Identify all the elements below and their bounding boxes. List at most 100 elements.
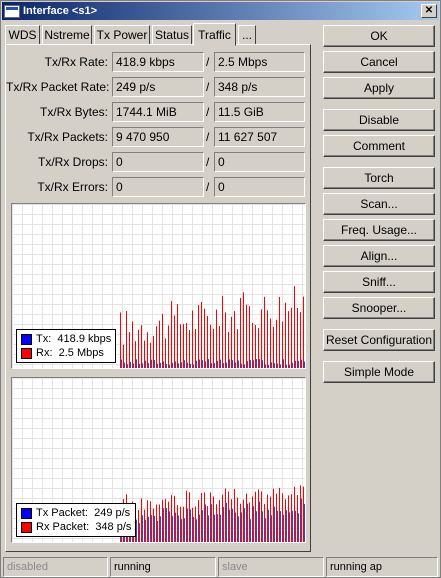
tx-bar — [139, 523, 140, 542]
tx-bar — [262, 511, 263, 542]
tx-bar — [256, 359, 257, 368]
stat-label: Tx/Rx Packet Rate: — [6, 80, 110, 94]
tx-bar — [280, 364, 281, 368]
rx-rate-field[interactable]: 2.5 Mbps — [214, 52, 305, 72]
tx-bar — [274, 363, 275, 368]
tx-bar — [295, 360, 296, 368]
separator: / — [206, 180, 210, 194]
rx-bar — [165, 499, 166, 542]
tab-nstreme[interactable]: Nstreme — [42, 25, 92, 45]
traffic-rate-graph: Tx: 418.9 kbps Rx: 2.5 Mbps — [11, 203, 306, 369]
tx-bar — [244, 364, 245, 368]
tx-rate-field[interactable]: 418.9 kbps — [112, 52, 204, 72]
tab-status[interactable]: Status — [152, 25, 192, 45]
tx-bar — [208, 359, 209, 368]
freq-usage-button[interactable]: Freq. Usage... — [323, 219, 435, 241]
rx-bar — [225, 312, 226, 368]
rx-bar — [237, 497, 238, 542]
rx-bar — [144, 509, 145, 542]
disable-button[interactable]: Disable — [323, 109, 435, 131]
reset-configuration-button[interactable]: Reset Configuration — [323, 329, 435, 351]
tx-bar — [199, 514, 200, 542]
tab-traffic[interactable]: Traffic — [193, 23, 236, 46]
rx-bar — [294, 286, 295, 368]
tx-bar — [259, 359, 260, 368]
rx-bar — [186, 323, 187, 368]
ok-button[interactable]: OK — [323, 25, 435, 47]
tx-bar — [247, 361, 248, 368]
tx-bar — [268, 509, 269, 542]
legend-item-rx: Rx: 2.5 Mbps — [21, 346, 111, 360]
tx-bar — [184, 360, 185, 368]
rx-packets-field[interactable]: 11 627 507 — [214, 127, 305, 147]
tx-bar — [151, 515, 152, 542]
tx-bar — [169, 511, 170, 542]
rx-bar — [273, 488, 274, 542]
tab-wds[interactable]: WDS — [5, 25, 40, 45]
sniff-button[interactable]: Sniff... — [323, 271, 435, 293]
tx-bar — [184, 518, 185, 542]
stat-label: Tx/Rx Drops: — [37, 155, 108, 169]
scan-button[interactable]: Scan... — [323, 193, 435, 215]
tx-bar — [217, 360, 218, 368]
tx-bar — [148, 516, 149, 542]
rx-bar — [267, 310, 268, 368]
tx-bar — [283, 514, 284, 542]
rx-bytes-field[interactable]: 11.5 GiB — [214, 102, 305, 122]
rx-bar — [258, 328, 259, 368]
tx-drops-field[interactable]: 0 — [112, 152, 204, 172]
tx-bar — [187, 362, 188, 368]
tx-bar — [238, 360, 239, 368]
tx-bar — [130, 361, 131, 368]
rx-bar — [150, 501, 151, 542]
rx-bar — [144, 340, 145, 368]
rx-bar — [189, 492, 190, 542]
cancel-button[interactable]: Cancel — [323, 51, 435, 73]
stat-label: Tx/Rx Bytes: — [39, 105, 108, 119]
rx-bar — [219, 499, 220, 542]
traffic-rate-legend: Tx: 418.9 kbps Rx: 2.5 Mbps — [16, 329, 117, 363]
rx-errors-field[interactable]: 0 — [214, 177, 305, 197]
tab-more[interactable]: ... — [238, 25, 256, 45]
rx-bar — [216, 309, 217, 368]
align-button[interactable]: Align... — [323, 245, 435, 267]
rx-packet-rate-field[interactable]: 348 p/s — [214, 77, 305, 97]
apply-button[interactable]: Apply — [323, 77, 435, 99]
tab-tx-power[interactable]: Tx Power — [94, 25, 150, 45]
tx-bar — [229, 359, 230, 368]
rx-bar — [195, 329, 196, 368]
tx-packet-rate-field[interactable]: 249 p/s — [112, 77, 204, 97]
tx-bytes-field[interactable]: 1744.1 MiB — [112, 102, 204, 122]
comment-button[interactable]: Comment — [323, 135, 435, 157]
simple-mode-button[interactable]: Simple Mode — [323, 361, 435, 383]
close-icon[interactable]: ✕ — [421, 4, 437, 18]
snooper-button[interactable]: Snooper... — [323, 297, 435, 319]
tx-color-swatch — [21, 507, 32, 519]
rx-bar — [261, 491, 262, 542]
tx-bar — [217, 514, 218, 542]
tx-errors-field[interactable]: 0 — [112, 177, 204, 197]
rx-bar — [288, 311, 289, 368]
legend-tx-value: 418.9 kbps — [57, 333, 112, 345]
torch-button[interactable]: Torch — [323, 167, 435, 189]
rx-bar — [261, 309, 262, 368]
stat-label: Tx/Rx Packets: — [27, 130, 108, 144]
rx-bar — [198, 500, 199, 542]
rx-bar — [264, 296, 265, 368]
tx-packets-field[interactable]: 9 470 950 — [112, 127, 204, 147]
rx-bar — [291, 307, 292, 368]
rx-bar — [303, 296, 304, 368]
rx-bar — [264, 504, 265, 542]
rx-bar — [171, 495, 172, 542]
rx-bar — [276, 319, 277, 368]
interface-window: Interface <s1> ✕ WDS Nstreme Tx Power St… — [0, 0, 441, 578]
rx-drops-field[interactable]: 0 — [214, 152, 305, 172]
tx-bar — [193, 364, 194, 368]
rx-bar — [192, 507, 193, 542]
tx-bar — [145, 519, 146, 542]
stat-row-packet-rate: Tx/Rx Packet Rate: 249 p/s / 348 p/s — [6, 77, 312, 97]
tx-bar — [298, 513, 299, 542]
legend-item-rx-packet: Rx Packet: 348 p/s — [21, 520, 131, 534]
tx-bar — [292, 510, 293, 542]
rx-bar — [180, 506, 181, 542]
